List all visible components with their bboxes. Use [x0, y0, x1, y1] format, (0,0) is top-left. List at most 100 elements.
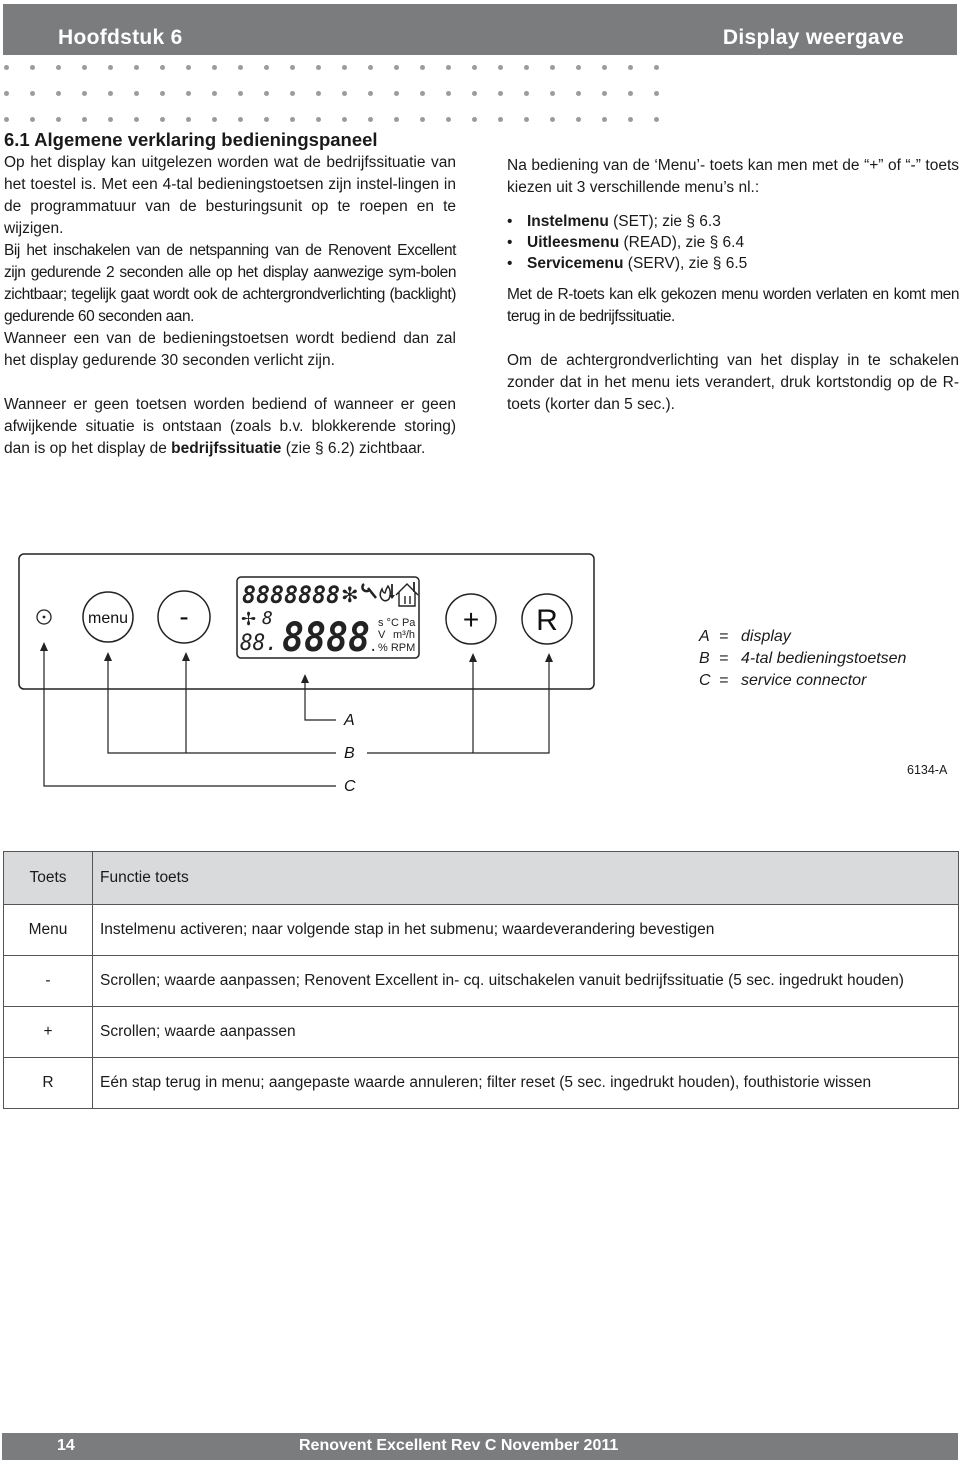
function-cell: Scrollen; waarde aanpassen; Renovent Exc…	[92, 955, 959, 1007]
flame-icon	[379, 584, 395, 602]
figure-code: 6134-A	[907, 763, 948, 777]
table-header-row: Toets Functie toets	[3, 851, 959, 905]
menu-name: Instelmenu	[527, 213, 609, 230]
menu-intro-paragraph: Na bediening van de ‘Menu’- toets kan me…	[507, 157, 959, 196]
arrow-up-icon	[182, 652, 190, 661]
bullet: •	[507, 234, 513, 251]
decorative-dot	[212, 65, 217, 70]
leader-line-b-reset	[473, 657, 550, 754]
plus-button[interactable]: +	[445, 593, 497, 645]
decorative-dot	[108, 91, 113, 96]
decorative-dot	[446, 65, 451, 70]
legend-equals: =	[719, 628, 729, 645]
decorative-dot-grid	[0, 60, 680, 130]
callout-label-c: C	[344, 778, 356, 795]
arrow-up-icon	[301, 674, 309, 683]
key-cell: +	[3, 1006, 93, 1058]
legend-text: service connector	[741, 672, 867, 689]
decorative-dot	[654, 91, 659, 96]
decorative-dot	[30, 65, 35, 70]
menu-list-item-set: • Instelmenu (SET); zie § 6.3	[507, 211, 959, 232]
key-cell: -	[3, 955, 93, 1007]
lcd-units-volt: V	[378, 629, 386, 641]
decorative-dot	[212, 91, 217, 96]
wrench-icon	[361, 583, 377, 599]
menu-button[interactable]: menu	[82, 591, 134, 643]
decorative-dot	[316, 117, 321, 122]
right-column: Na bediening van de ‘Menu’- toets kan me…	[507, 155, 959, 416]
decorative-dot	[264, 91, 269, 96]
decorative-dot	[342, 117, 347, 122]
decorative-dot	[550, 91, 555, 96]
lcd-alphanumeric-segments: 8888888	[242, 581, 340, 609]
lcd-left-digits: 88.	[240, 631, 278, 656]
decorative-dot	[368, 91, 373, 96]
decorative-dot	[654, 117, 659, 122]
legend-row-c: C = service connector	[699, 670, 906, 692]
lcd-main-digits: 8888	[282, 615, 370, 661]
decorative-dot	[472, 65, 477, 70]
decorative-dot	[368, 65, 373, 70]
decorative-dot	[30, 91, 35, 96]
decorative-dot	[238, 117, 243, 122]
decorative-dot	[394, 91, 399, 96]
decorative-dot	[420, 91, 425, 96]
minus-button-label: -	[179, 601, 188, 632]
table-row: - Scrollen; waarde aanpassen; Renovent E…	[3, 955, 959, 1007]
decorative-dot	[186, 65, 191, 70]
leader-line-b-left	[107, 657, 336, 754]
decorative-dot	[498, 117, 503, 122]
decorative-dot	[316, 65, 321, 70]
legend-equals: =	[719, 650, 729, 667]
menu-list-item-read: • Uitleesmenu (READ), zie § 6.4	[507, 232, 959, 253]
decorative-dot	[602, 91, 607, 96]
decorative-dot	[108, 117, 113, 122]
key-cell: Menu	[3, 904, 93, 956]
decorative-dot	[56, 65, 61, 70]
idle-state-paragraph: Wanneer er geen toetsen worden bediend o…	[4, 394, 456, 460]
decorative-dot	[134, 91, 139, 96]
service-connector[interactable]	[36, 609, 52, 625]
decorative-dot	[160, 91, 165, 96]
decorative-dot	[30, 117, 35, 122]
decorative-dot	[342, 65, 347, 70]
page-number: 14	[57, 1437, 75, 1454]
fan-icon: ✢	[241, 609, 256, 630]
menu-detail: (SERV), zie § 6.5	[623, 255, 748, 272]
decorative-dot	[316, 91, 321, 96]
decorative-dot	[628, 117, 633, 122]
decorative-dot	[264, 65, 269, 70]
key-function-table: Toets Functie toets Menu Instelmenu acti…	[3, 851, 959, 1109]
decorative-dot	[342, 91, 347, 96]
decorative-dot	[498, 65, 503, 70]
menu-detail: (READ), zie § 6.4	[619, 234, 745, 251]
decorative-dot	[550, 65, 555, 70]
decorative-dot	[602, 117, 607, 122]
decorative-dot	[212, 117, 217, 122]
lcd-units-flow: m³/h	[393, 629, 415, 641]
callout-leader-lines	[43, 647, 550, 787]
chapter-title: Hoofdstuk 6	[58, 26, 183, 49]
lcd-units-row1: s °C Pa	[378, 617, 416, 629]
decorative-dot	[602, 65, 607, 70]
reset-button[interactable]: R	[521, 593, 573, 645]
power-on-paragraph: Bij het inschakelen van de netspanning v…	[4, 242, 456, 325]
decorative-dot	[394, 65, 399, 70]
decorative-dot	[82, 91, 87, 96]
decorative-dot	[420, 117, 425, 122]
decorative-dot	[550, 117, 555, 122]
minus-button[interactable]: -	[157, 590, 211, 644]
leader-line-a	[304, 680, 336, 721]
decorative-dot	[420, 65, 425, 70]
table-row: + Scrollen; waarde aanpassen	[3, 1006, 959, 1058]
key-cell: R	[3, 1057, 93, 1109]
decorative-dot	[82, 65, 87, 70]
function-cell: Instelmenu activeren; naar volgende stap…	[92, 904, 959, 956]
decorative-dot	[498, 91, 503, 96]
chapter-header-band: Hoofdstuk 6 Display weergave	[3, 4, 957, 55]
arrow-up-icon	[469, 653, 477, 662]
decorative-dot	[4, 91, 9, 96]
diagram-legend: A = display B = 4-tal bedieningstoetsen …	[699, 626, 906, 692]
backlight-tip-paragraph: Om de achtergrondverlichting van het dis…	[507, 352, 959, 413]
callout-label-a: A	[343, 712, 355, 729]
